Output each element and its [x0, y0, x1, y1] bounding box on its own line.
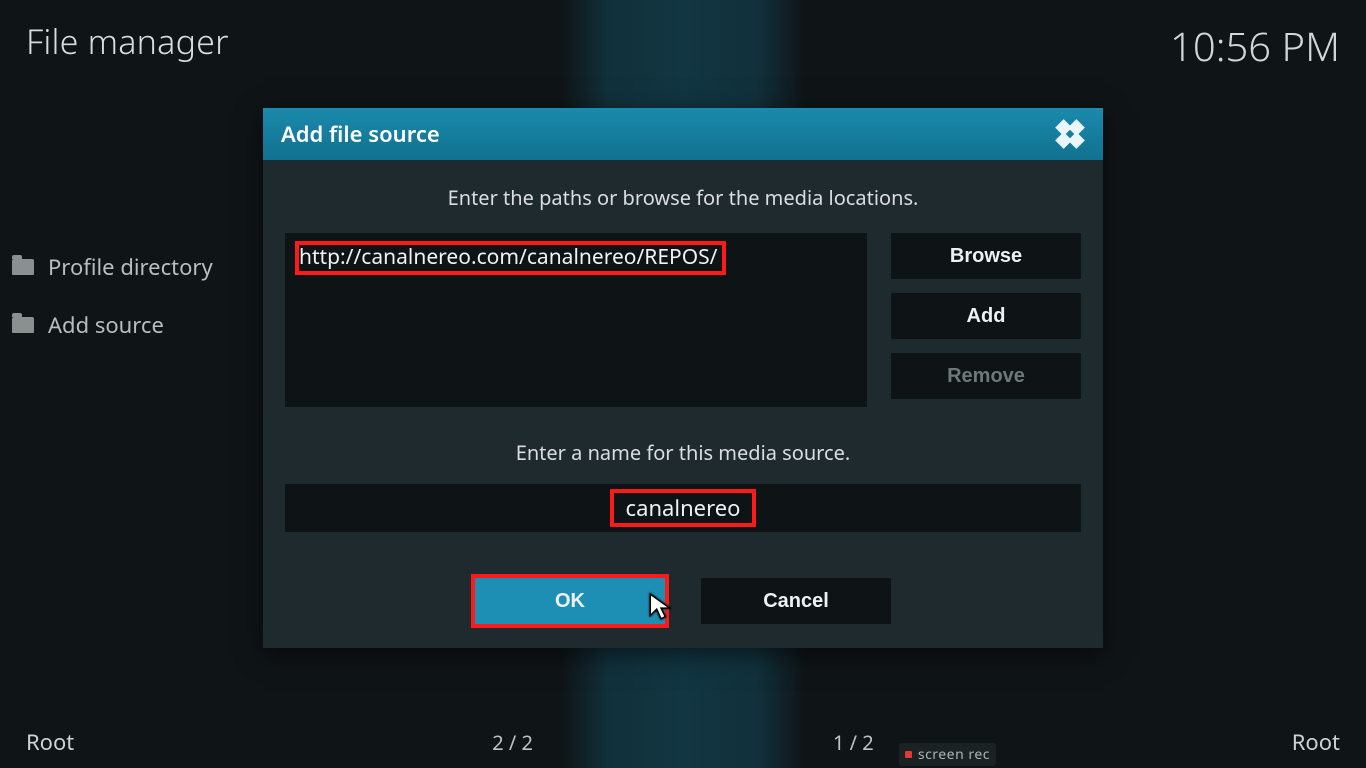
- footer-counter-right: 1 / 2: [833, 729, 874, 756]
- path-list[interactable]: http://canalnereo.com/canalnereo/REPOS/: [285, 233, 867, 407]
- add-button[interactable]: Add: [891, 293, 1081, 339]
- folder-icon: [12, 317, 34, 333]
- source-name-value: canalnereo: [614, 493, 753, 523]
- sidebar-item-label: Profile directory: [48, 252, 213, 282]
- browse-button[interactable]: Browse: [891, 233, 1081, 279]
- record-icon: [905, 751, 912, 758]
- kodi-logo-icon: [1049, 113, 1091, 155]
- ok-button[interactable]: OK: [475, 578, 665, 624]
- footer-right: Root: [1292, 727, 1340, 757]
- screen-recorder-watermark: screen rec: [899, 743, 996, 766]
- screenrec-label: screen rec: [918, 745, 990, 764]
- paths-instruction: Enter the paths or browse for the media …: [263, 184, 1103, 211]
- add-file-source-dialog: Add file source Enter the paths or brows…: [263, 108, 1103, 648]
- cancel-button[interactable]: Cancel: [701, 578, 891, 624]
- footer-counter-left: 2 / 2: [492, 729, 533, 756]
- path-entry[interactable]: http://canalnereo.com/canalnereo/REPOS/: [297, 243, 724, 273]
- remove-button: Remove: [891, 353, 1081, 399]
- top-bar: File manager 10:56 PM: [26, 18, 1340, 73]
- clock: 10:56 PM: [1170, 18, 1340, 73]
- sidebar-item-profile-directory[interactable]: Profile directory: [12, 238, 213, 296]
- sidebar-item-add-source[interactable]: Add source: [12, 296, 213, 354]
- footer-left: Root: [26, 727, 74, 757]
- mouse-cursor-icon: [648, 592, 674, 622]
- dialog-titlebar: Add file source: [263, 108, 1103, 160]
- folder-icon: [12, 259, 34, 275]
- sidebar: Profile directory Add source: [12, 238, 213, 354]
- name-instruction: Enter a name for this media source.: [263, 439, 1103, 466]
- status-bar: Root 2 / 2 1 / 2 Root: [0, 716, 1366, 768]
- dialog-title-text: Add file source: [281, 119, 440, 149]
- source-name-input[interactable]: canalnereo: [285, 484, 1081, 532]
- sidebar-item-label: Add source: [48, 310, 164, 340]
- page-title: File manager: [26, 18, 229, 73]
